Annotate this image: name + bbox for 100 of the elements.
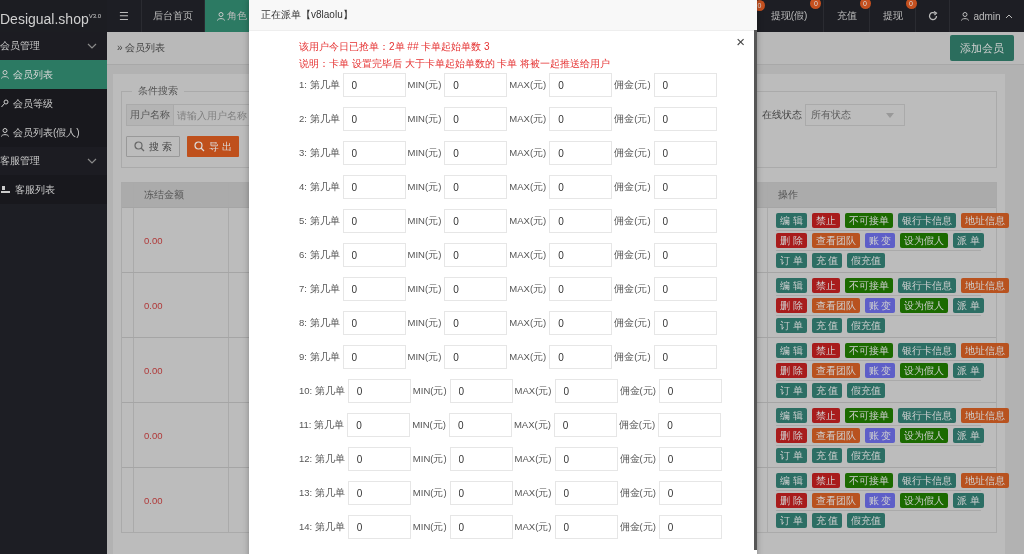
commission-field[interactable]: 0	[653, 311, 717, 335]
min-amount-field[interactable]: 0	[444, 141, 508, 165]
user-menu[interactable]: admin	[950, 0, 1024, 32]
max-amount-field[interactable]: 0	[554, 481, 618, 505]
action-button[interactable]: 不可接单	[844, 473, 893, 488]
commission-field[interactable]: 0	[653, 277, 717, 301]
commission-field[interactable]: 0	[658, 379, 722, 403]
order-index-field[interactable]: 0	[342, 175, 406, 199]
commission-field[interactable]: 0	[653, 107, 717, 131]
add-member-button[interactable]: 添加会员	[950, 35, 1014, 61]
action-button[interactable]: 设为假人	[900, 363, 949, 378]
action-button[interactable]: 派 单	[953, 363, 984, 378]
max-amount-field[interactable]: 0	[549, 209, 613, 233]
action-button[interactable]: 不可接单	[844, 408, 893, 423]
search-button[interactable]: 搜 索	[126, 136, 180, 157]
action-button[interactable]: 地址信息	[960, 343, 1009, 358]
max-amount-field[interactable]: 0	[549, 345, 613, 369]
order-index-field[interactable]: 0	[347, 481, 411, 505]
status-select[interactable]: 所有状态	[805, 104, 905, 126]
max-amount-field[interactable]: 0	[549, 141, 613, 165]
action-button[interactable]: 账 变	[864, 428, 896, 443]
action-button[interactable]: 账 变	[864, 493, 896, 508]
commission-field[interactable]: 0	[658, 515, 722, 539]
action-button[interactable]: 编 辑	[776, 343, 807, 358]
action-button[interactable]: 删 除	[776, 233, 807, 248]
scrollbar[interactable]	[754, 30, 757, 550]
order-index-field[interactable]: 0	[347, 447, 411, 471]
action-button[interactable]: 设为假人	[900, 493, 949, 508]
action-button[interactable]: 设为假人	[900, 298, 949, 313]
action-button[interactable]: 派 单	[953, 298, 984, 313]
commission-field[interactable]: 0	[653, 175, 717, 199]
action-button[interactable]: 地址信息	[960, 278, 1009, 293]
action-button[interactable]: 编 辑	[776, 213, 807, 228]
max-amount-field[interactable]: 0	[549, 277, 613, 301]
max-amount-field[interactable]: 0	[549, 175, 613, 199]
min-amount-field[interactable]: 0	[449, 481, 513, 505]
action-button[interactable]: 删 除	[776, 493, 807, 508]
min-amount-field[interactable]: 0	[444, 311, 508, 335]
commission-field[interactable]: 0	[653, 141, 717, 165]
action-button[interactable]: 禁止	[811, 473, 840, 488]
sidebar-item[interactable]: 会员等级	[0, 89, 107, 118]
commission-field[interactable]: 0	[653, 209, 717, 233]
action-button[interactable]: 删 除	[776, 298, 807, 313]
max-amount-field[interactable]: 0	[549, 311, 613, 335]
order-index-field[interactable]: 0	[342, 107, 406, 131]
min-amount-field[interactable]: 0	[444, 209, 508, 233]
action-button[interactable]: 编 辑	[776, 473, 807, 488]
export-button[interactable]: 导 出	[186, 136, 239, 157]
commission-field[interactable]: 0	[653, 73, 717, 97]
commission-field[interactable]: 0	[653, 243, 717, 267]
action-button[interactable]: 设为假人	[900, 233, 949, 248]
max-amount-field[interactable]: 0	[549, 243, 613, 267]
min-amount-field[interactable]: 0	[449, 379, 513, 403]
order-index-field[interactable]: 0	[342, 345, 406, 369]
action-button[interactable]: 不可接单	[844, 213, 893, 228]
action-button[interactable]: 银行卡信息	[897, 343, 956, 358]
action-button[interactable]: 查看团队	[811, 493, 860, 508]
action-button[interactable]: 查看团队	[811, 298, 860, 313]
action-button[interactable]: 账 变	[864, 233, 896, 248]
refresh-icon[interactable]	[927, 11, 938, 21]
order-index-field[interactable]: 0	[342, 141, 406, 165]
action-button[interactable]: 禁止	[811, 343, 840, 358]
action-button[interactable]: 银行卡信息	[897, 473, 956, 488]
max-amount-field[interactable]: 0	[554, 447, 618, 471]
action-button[interactable]: 订 单	[776, 253, 807, 268]
close-button[interactable]: ×	[734, 34, 747, 49]
min-amount-field[interactable]: 0	[444, 243, 508, 267]
action-button[interactable]: 假充值	[847, 318, 886, 333]
order-index-field[interactable]: 0	[342, 311, 406, 335]
action-button[interactable]: 编 辑	[776, 408, 807, 423]
action-button[interactable]: 查看团队	[811, 233, 860, 248]
max-amount-field[interactable]: 0	[554, 515, 618, 539]
action-button[interactable]: 充 值	[811, 513, 843, 528]
action-button[interactable]: 充 值	[811, 253, 843, 268]
action-button[interactable]: 订 单	[776, 513, 807, 528]
action-button[interactable]: 充 值	[811, 383, 843, 398]
action-button[interactable]: 不可接单	[844, 278, 893, 293]
min-amount-field[interactable]: 0	[449, 515, 513, 539]
order-index-field[interactable]: 0	[347, 515, 411, 539]
sidebar-item[interactable]: 客服列表	[0, 175, 107, 204]
min-amount-field[interactable]: 0	[444, 345, 508, 369]
min-amount-field[interactable]: 0	[448, 413, 512, 437]
action-button[interactable]: 地址信息	[960, 213, 1009, 228]
min-amount-field[interactable]: 0	[444, 73, 508, 97]
min-amount-field[interactable]: 0	[444, 277, 508, 301]
action-button[interactable]: 删 除	[776, 428, 807, 443]
max-amount-field[interactable]: 0	[549, 73, 613, 97]
action-button[interactable]: 派 单	[953, 428, 984, 443]
action-button[interactable]: 禁止	[811, 278, 840, 293]
action-button[interactable]: 地址信息	[960, 408, 1009, 423]
min-amount-field[interactable]: 0	[444, 175, 508, 199]
commission-field[interactable]: 0	[658, 447, 722, 471]
action-button[interactable]: 地址信息	[960, 473, 1009, 488]
order-index-field[interactable]: 0	[342, 209, 406, 233]
action-button[interactable]: 编 辑	[776, 278, 807, 293]
action-button[interactable]: 假充值	[847, 383, 886, 398]
min-amount-field[interactable]: 0	[449, 447, 513, 471]
action-button[interactable]: 派 单	[953, 493, 984, 508]
commission-field[interactable]: 0	[658, 481, 722, 505]
max-amount-field[interactable]: 0	[554, 379, 618, 403]
